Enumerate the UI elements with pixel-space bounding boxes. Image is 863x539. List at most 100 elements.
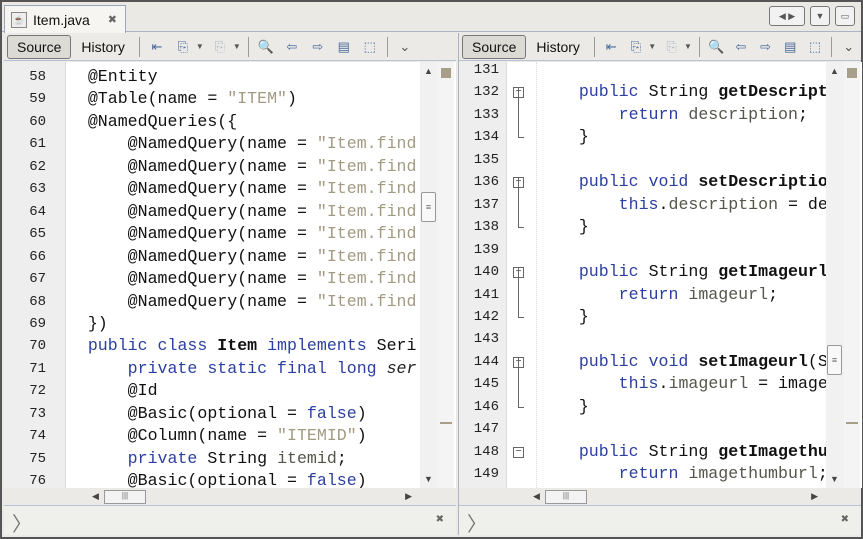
code-line[interactable]: public String getImagethu — [539, 441, 828, 463]
fold-collapse-icon[interactable]: − — [513, 446, 524, 458]
horizontal-scroll-thumb[interactable]: ||| — [104, 490, 146, 504]
code-token: . — [658, 374, 669, 394]
code-line[interactable]: return description; — [539, 104, 808, 126]
forward-icon[interactable]: ⎘ — [209, 37, 231, 57]
code-editor[interactable]: 58 @Entity 59 @Table(name = "ITEM") 60 @Na… — [4, 62, 456, 488]
scroll-left-icon[interactable]: ◀ — [92, 491, 99, 502]
last-edit-icon[interactable]: ⇤ — [146, 37, 168, 57]
find-previous-icon[interactable]: ⇦ — [281, 37, 303, 57]
code-line[interactable]: @NamedQuery(name = "Item.find — [48, 268, 417, 290]
code-line[interactable]: @Basic(optional = false) — [48, 470, 367, 488]
code-line[interactable]: @NamedQuery(name = "Item.find — [48, 223, 417, 245]
horizontal-scrollbar[interactable]: ◀ ||| ▶ — [507, 489, 826, 505]
code-editor[interactable]: 131 132 public String getDescript − 133 ret… — [459, 62, 862, 488]
fold-guide-line — [518, 178, 524, 229]
code-line[interactable]: @Entity — [48, 66, 158, 88]
expand-chevron-icon[interactable]: 〉 — [12, 508, 32, 537]
show-documents-dropdown-button[interactable]: ▼ — [810, 6, 830, 26]
vertical-scrollbar[interactable]: ▲ ≡ ▼ — [826, 62, 844, 488]
code-line[interactable]: public void setImageurl(S — [539, 351, 828, 373]
toggle-highlight-icon[interactable]: ▤ — [780, 37, 801, 57]
code-line[interactable]: return imagethumburl; — [539, 463, 828, 485]
close-icon[interactable]: ✖ — [841, 514, 849, 525]
code-line[interactable]: }) — [48, 313, 108, 335]
code-line[interactable]: this.description = de — [539, 194, 828, 216]
scroll-down-icon[interactable]: ▼ — [424, 474, 433, 484]
code-line[interactable]: public void setDescriptio — [539, 171, 828, 193]
code-line[interactable]: this.imageurl = image — [539, 373, 828, 395]
code-line[interactable]: @NamedQuery(name = "Item.find — [48, 201, 417, 223]
code-token: @Basic(optional = — [48, 471, 307, 488]
expand-chevron-icon[interactable]: 〉 — [467, 508, 487, 537]
code-line[interactable]: @NamedQuery(name = "Item.find — [48, 133, 417, 155]
rectangular-selection-icon[interactable]: ⬚ — [359, 37, 381, 57]
history-tab[interactable]: History — [71, 35, 135, 59]
scroll-right-icon[interactable]: ▶ — [811, 491, 818, 502]
code-line[interactable]: private static final long ser — [48, 358, 417, 380]
code-line[interactable]: public class Item implements Seri — [48, 335, 417, 357]
code-line[interactable]: } — [539, 216, 589, 238]
rectangular-selection-icon[interactable]: ⬚ — [805, 37, 826, 57]
vertical-scrollbar[interactable]: ▲ ≡ ▼ — [420, 62, 438, 488]
forward-icon[interactable]: ⎘ — [661, 37, 682, 57]
scroll-tabs-buttons[interactable]: ◀ ▶ — [769, 6, 805, 26]
code-line[interactable]: @NamedQuery(name = "Item.find — [48, 156, 417, 178]
find-icon[interactable]: 🔍 — [706, 37, 727, 57]
horizontal-scrollbar[interactable]: ◀ ||| ▶ — [66, 489, 420, 505]
chevron-down-icon[interactable]: ▼ — [233, 42, 241, 51]
back-icon[interactable]: ⎘ — [626, 37, 647, 57]
more-chevron-icon[interactable]: ⌄ — [394, 37, 416, 57]
scroll-up-icon[interactable]: ▲ — [830, 66, 839, 76]
separator — [247, 36, 249, 57]
maximize-window-button[interactable]: ▭ — [835, 6, 855, 26]
close-icon[interactable]: ✖ — [436, 514, 444, 525]
error-stripe[interactable] — [844, 62, 860, 488]
code-line[interactable]: public String getImageurl — [539, 261, 828, 283]
code-line[interactable]: @NamedQuery(name = "Item.find — [48, 291, 417, 313]
scroll-up-icon[interactable]: ▲ — [424, 66, 433, 76]
last-edit-icon[interactable]: ⇤ — [601, 37, 622, 57]
code-line[interactable]: @NamedQuery(name = "Item.find — [48, 178, 417, 200]
scroll-left-icon[interactable]: ◀ — [533, 491, 540, 502]
code-line[interactable]: @Column(name = "ITEMID") — [48, 425, 367, 447]
scroll-thumb[interactable]: ≡ — [827, 345, 842, 375]
horizontal-scroll-thumb[interactable]: ||| — [545, 490, 587, 504]
scroll-down-icon[interactable]: ▼ — [830, 474, 839, 484]
code-line[interactable]: @Table(name = "ITEM") — [48, 88, 297, 110]
back-icon[interactable]: ⎘ — [172, 37, 194, 57]
code-line[interactable]: @NamedQuery(name = "Item.find — [48, 246, 417, 268]
chevron-down-icon[interactable]: ▼ — [648, 42, 656, 51]
scroll-thumb[interactable]: ≡ — [421, 192, 436, 222]
source-tab[interactable]: Source — [462, 34, 527, 59]
code-token: return — [618, 104, 689, 124]
code-line[interactable]: return imageurl; — [539, 284, 778, 306]
code-line[interactable]: } — [539, 126, 589, 148]
tab-item-java[interactable]: ☕ Item.java ✖ — [4, 5, 126, 33]
more-chevron-icon[interactable]: ⌄ — [838, 37, 859, 57]
scroll-right-icon[interactable]: ▶ — [405, 491, 412, 502]
code-line[interactable]: public String getDescript — [539, 81, 828, 103]
code-token: ser — [386, 358, 417, 378]
separator — [698, 36, 700, 57]
history-tab[interactable]: History — [526, 35, 590, 59]
code-line[interactable]: @Id — [48, 380, 158, 402]
code-line[interactable]: private String itemid; — [48, 448, 347, 470]
find-icon[interactable]: 🔍 — [255, 37, 277, 57]
line-number: 74 — [29, 428, 46, 445]
code-line[interactable]: } — [539, 306, 589, 328]
find-previous-icon[interactable]: ⇦ — [731, 37, 752, 57]
find-next-icon[interactable]: ⇨ — [307, 37, 329, 57]
find-next-icon[interactable]: ⇨ — [755, 37, 776, 57]
source-tab[interactable]: Source — [7, 34, 72, 59]
toggle-highlight-icon[interactable]: ▤ — [333, 37, 355, 57]
code-line[interactable]: } — [539, 396, 589, 418]
chevron-down-icon[interactable]: ▼ — [196, 42, 204, 51]
close-tab-icon[interactable]: ✖ — [108, 13, 117, 26]
line-number: 63 — [29, 181, 46, 198]
code-line[interactable]: @NamedQueries({ — [48, 111, 237, 133]
chevron-down-icon[interactable]: ▼ — [684, 42, 692, 51]
error-stripe[interactable] — [438, 62, 454, 488]
code-token: = image — [748, 374, 828, 394]
code-line[interactable]: @Basic(optional = false) — [48, 403, 367, 425]
